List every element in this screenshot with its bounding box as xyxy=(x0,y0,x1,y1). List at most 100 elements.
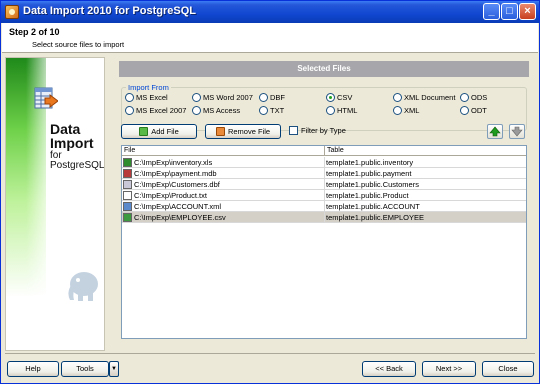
radio-html[interactable]: HTML xyxy=(326,106,357,115)
app-window: Data Import 2010 for PostgreSQL _ □ × St… xyxy=(0,0,540,384)
file-path-cell: C:\ImpExp\EMPLOYEE.csv xyxy=(134,213,226,222)
radio-ms-excel-2007[interactable]: MS Excel 2007 xyxy=(125,106,186,115)
window-title: Data Import 2010 for PostgreSQL xyxy=(23,5,196,17)
table-row[interactable]: C:\ImpExp\Product.txt template1.public.P… xyxy=(122,190,526,201)
radio-xml-label: XML xyxy=(404,106,420,115)
target-table-cell[interactable]: template1.public.Product xyxy=(326,191,524,200)
move-down-button[interactable] xyxy=(509,124,525,139)
radio-xml-dot[interactable] xyxy=(393,106,402,115)
move-up-button[interactable] xyxy=(487,124,503,139)
arrow-down-icon xyxy=(511,126,523,137)
radio-dbf-label: DBF xyxy=(270,93,285,102)
target-table-cell[interactable]: template1.public.Customers xyxy=(326,180,524,189)
step-description: Select source files to import xyxy=(32,40,125,49)
product-title: Data Import xyxy=(50,122,94,150)
product-subtitle: for PostgreSQL xyxy=(50,151,104,171)
radio-ms-access[interactable]: MS Access xyxy=(192,106,240,115)
radio-ms-excel[interactable]: MS Excel xyxy=(125,93,168,102)
radio-ms-access-dot[interactable] xyxy=(192,106,201,115)
step-indicator: Step 2 of 10 xyxy=(9,27,60,37)
radio-html-dot[interactable] xyxy=(326,106,335,115)
app-icon[interactable] xyxy=(5,5,19,19)
radio-ms-excel-2007-dot[interactable] xyxy=(125,106,134,115)
xml-file-icon xyxy=(123,202,132,211)
radio-xml-document-dot[interactable] xyxy=(393,93,402,102)
add-file-button[interactable]: Add File xyxy=(121,124,197,139)
section-header: Selected Files xyxy=(119,61,529,77)
file-path-cell: C:\ImpExp\payment.mdb xyxy=(134,169,217,178)
radio-odt-dot[interactable] xyxy=(460,106,469,115)
radio-csv[interactable]: CSV xyxy=(326,93,352,102)
radio-ods-label: ODS xyxy=(471,93,488,102)
row-divider xyxy=(324,190,325,201)
filter-by-type-label: Filter by Type xyxy=(301,126,346,135)
column-divider[interactable] xyxy=(324,146,325,156)
radio-csv-label: CSV xyxy=(337,93,353,102)
radio-ms-access-label: MS Access xyxy=(203,106,241,115)
column-header-table[interactable]: Table xyxy=(327,147,344,154)
txt-file-icon xyxy=(123,191,132,200)
row-divider xyxy=(324,157,325,168)
column-header-file[interactable]: File xyxy=(124,147,135,154)
radio-ms-excel-label: MS Excel xyxy=(136,93,168,102)
file-path-cell: C:\ImpExp\Customers.dbf xyxy=(134,180,220,189)
table-row[interactable]: C:\ImpExp\inventory.xls template1.public… xyxy=(122,157,526,168)
product-banner: Data Import for PostgreSQL xyxy=(5,57,105,351)
footer-divider xyxy=(5,353,535,354)
main-panel: Selected Files Import From MS Excel MS W… xyxy=(119,61,529,341)
radio-xml-document[interactable]: XML Document xyxy=(393,93,455,102)
close-button[interactable]: Close xyxy=(482,361,534,377)
postgresql-elephant-icon xyxy=(68,272,98,301)
table-row[interactable]: C:\ImpExp\ACCOUNT.xml template1.public.A… xyxy=(122,201,526,212)
radio-ods-dot[interactable] xyxy=(460,93,469,102)
table-row[interactable]: C:\ImpExp\payment.mdb template1.public.p… xyxy=(122,168,526,179)
radio-html-label: HTML xyxy=(337,106,358,115)
minimize-button[interactable]: _ xyxy=(483,3,500,20)
radio-ods[interactable]: ODS xyxy=(460,93,487,102)
csv-file-icon xyxy=(123,213,132,222)
radio-ms-excel-dot[interactable] xyxy=(125,93,134,102)
tools-dropdown-arrow[interactable]: ▼ xyxy=(109,361,119,377)
target-table-cell[interactable]: template1.public.inventory xyxy=(326,158,524,167)
access-file-icon xyxy=(123,169,132,178)
maximize-button[interactable]: □ xyxy=(501,3,518,20)
radio-ms-word-2007-dot[interactable] xyxy=(192,93,201,102)
files-grid[interactable]: File Table C:\ImpExp\inventory.xls templ… xyxy=(121,145,527,339)
radio-xml-document-label: XML Document xyxy=(404,93,456,102)
product-line-1: Data xyxy=(50,121,81,137)
excel-file-icon xyxy=(123,158,132,167)
radio-dbf[interactable]: DBF xyxy=(259,93,285,102)
table-row[interactable]: C:\ImpExp\Customers.dbf template1.public… xyxy=(122,179,526,190)
radio-txt[interactable]: TXT xyxy=(259,106,284,115)
radio-csv-dot[interactable] xyxy=(326,93,335,102)
back-button[interactable]: << Back xyxy=(362,361,416,377)
database-import-icon xyxy=(34,87,58,109)
radio-ms-excel-2007-label: MS Excel 2007 xyxy=(136,106,187,115)
radio-dbf-dot[interactable] xyxy=(259,93,268,102)
grid-header: File Table xyxy=(122,146,526,156)
radio-xml[interactable]: XML xyxy=(393,106,419,115)
target-table-cell[interactable]: template1.public.ACCOUNT xyxy=(326,202,524,211)
remove-file-label: Remove File xyxy=(227,127,271,136)
file-path-cell: C:\ImpExp\ACCOUNT.xml xyxy=(134,202,222,211)
filter-by-type-checkbox[interactable]: Filter by Type xyxy=(289,126,346,135)
add-file-label: Add File xyxy=(151,127,179,136)
filter-by-type-box[interactable] xyxy=(289,126,298,135)
row-divider xyxy=(324,212,325,223)
dbf-file-icon xyxy=(123,180,132,189)
target-table-cell[interactable]: template1.public.EMPLOYEE xyxy=(326,213,524,222)
radio-odt-label: ODT xyxy=(471,106,487,115)
next-button[interactable]: Next >> xyxy=(422,361,476,377)
radio-odt[interactable]: ODT xyxy=(460,106,487,115)
table-row-selected[interactable]: C:\ImpExp\EMPLOYEE.csv template1.public.… xyxy=(122,212,526,223)
radio-txt-dot[interactable] xyxy=(259,106,268,115)
import-from-legend: Import From xyxy=(128,83,169,92)
help-button[interactable]: Help xyxy=(7,361,59,377)
file-path-cell: C:\ImpExp\Product.txt xyxy=(134,191,207,200)
remove-file-button[interactable]: Remove File xyxy=(205,124,281,139)
title-bar[interactable]: Data Import 2010 for PostgreSQL _ □ × xyxy=(1,1,539,23)
tools-button[interactable]: Tools xyxy=(61,361,109,377)
target-table-cell[interactable]: template1.public.payment xyxy=(326,169,524,178)
radio-ms-word-2007[interactable]: MS Word 2007 xyxy=(192,93,253,102)
close-window-button[interactable]: × xyxy=(519,3,536,20)
